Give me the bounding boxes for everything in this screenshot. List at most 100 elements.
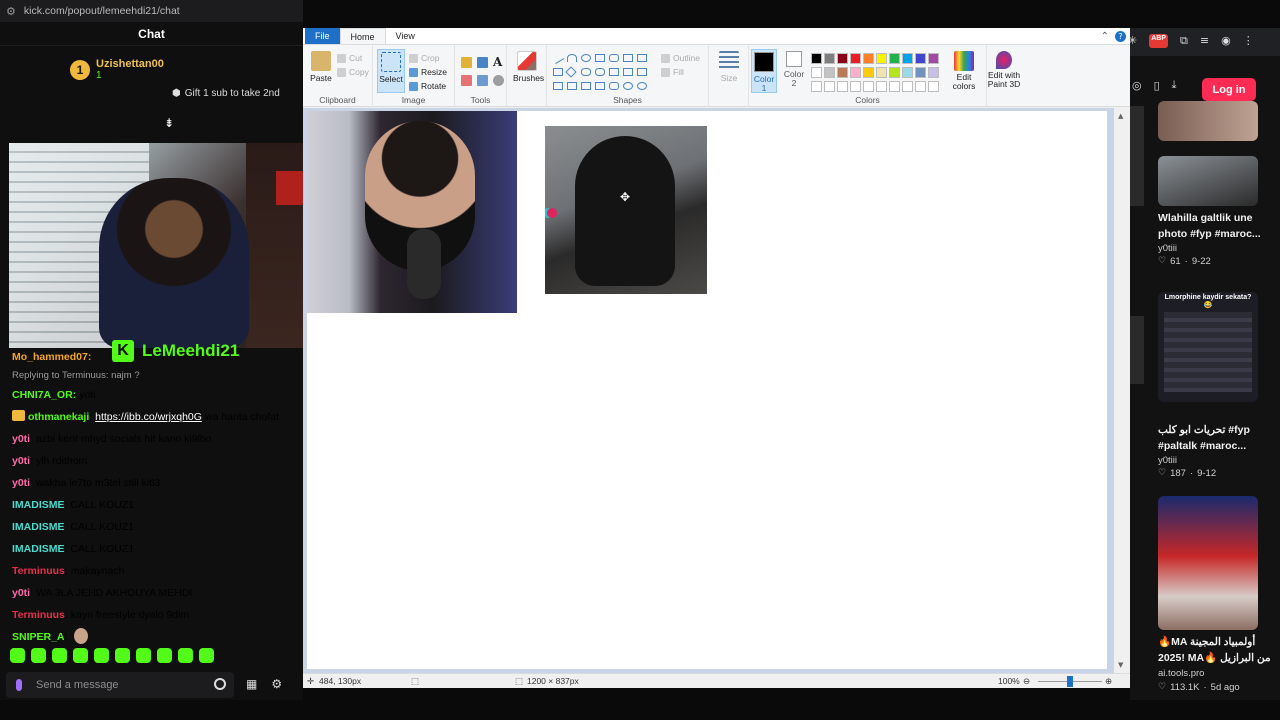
rectangle-shape-icon[interactable] xyxy=(595,54,605,62)
emote-icon[interactable] xyxy=(115,648,130,663)
chat-username[interactable]: othmanekaji xyxy=(28,411,89,423)
size-button[interactable]: Size xyxy=(715,51,743,83)
tab-file[interactable]: File xyxy=(305,28,340,44)
browser-address-bar[interactable]: ⚙ kick.com/popout/lemeehdi21/chat xyxy=(0,0,303,22)
left-arrow-shape-icon[interactable] xyxy=(623,68,633,76)
emote-icon[interactable] xyxy=(157,648,172,663)
chat-username[interactable]: y0ti xyxy=(12,587,30,599)
eraser-icon[interactable] xyxy=(461,75,472,86)
fill-dropdown[interactable]: Fill xyxy=(661,67,684,77)
paste-button[interactable]: Paste xyxy=(309,51,333,83)
scroll-down-icon[interactable]: ▼ xyxy=(1118,661,1123,669)
color-swatch[interactable] xyxy=(811,67,822,78)
edit-with-paint3d-button[interactable]: Edit with Paint 3D xyxy=(987,51,1021,89)
chat-settings-icon[interactable]: ⚙ xyxy=(271,677,282,691)
chat-username[interactable]: Terminuus xyxy=(12,609,65,621)
video-thumb-1[interactable] xyxy=(1158,156,1258,206)
star6-shape-icon[interactable] xyxy=(595,82,605,90)
video-author-2[interactable]: y0tiii xyxy=(1158,455,1177,466)
collapse-pinned-icon[interactable]: ⇟ xyxy=(164,116,174,130)
emote-icon[interactable] xyxy=(136,648,151,663)
video-thumb-2[interactable]: Lmorphine kaydir sekata? 😂 xyxy=(1158,292,1258,402)
custom-color-swatch[interactable] xyxy=(876,81,887,92)
star4-shape-icon[interactable] xyxy=(567,82,577,90)
video-thumb-3[interactable] xyxy=(1158,496,1258,630)
color-picker-icon[interactable] xyxy=(477,75,488,86)
video-thumb-top[interactable] xyxy=(1158,101,1258,141)
chat-username[interactable]: IMADISME xyxy=(12,521,65,533)
custom-color-swatch[interactable] xyxy=(850,81,861,92)
chat-username[interactable]: SNIPER_A xyxy=(12,631,65,643)
outline-dropdown[interactable]: Outline xyxy=(661,53,700,63)
chat-message[interactable]: othmanekaji: https://ibb.co/wrjxqh0G wa … xyxy=(12,406,297,428)
custom-color-swatch[interactable] xyxy=(824,81,835,92)
chat-message[interactable]: Terminuus: kayn freestyle dyalo 9dim xyxy=(12,604,297,626)
chat-message[interactable]: y0ti: WA 3LA JEHD AKHOUYA MEHDI xyxy=(12,582,297,604)
emote-icon[interactable] xyxy=(73,648,88,663)
color-swatch[interactable] xyxy=(876,53,887,64)
rounded-rect-shape-icon[interactable] xyxy=(609,54,619,62)
pasted-photo-headphones[interactable]: ✥ xyxy=(545,126,707,294)
polygon-shape-icon[interactable] xyxy=(623,54,633,62)
callout-cloud-shape-icon[interactable] xyxy=(637,82,647,90)
chat-username[interactable]: Terminuus xyxy=(12,565,65,577)
chat-message-input[interactable]: Send a message xyxy=(6,672,234,698)
color-swatch[interactable] xyxy=(928,53,939,64)
color1-button[interactable]: Color 1 xyxy=(751,49,777,93)
color-swatch[interactable] xyxy=(902,53,913,64)
playlist-icon[interactable]: ≡ xyxy=(1200,34,1209,48)
color-swatch[interactable] xyxy=(915,53,926,64)
down-arrow-shape-icon[interactable] xyxy=(553,82,563,90)
color-swatch[interactable] xyxy=(850,53,861,64)
rotate-button[interactable]: Rotate xyxy=(409,81,446,91)
right-triangle-shape-icon[interactable] xyxy=(553,68,563,76)
chat-message[interactable]: IMADISME: CALL KOUZ1 xyxy=(12,538,297,560)
emote-icon[interactable] xyxy=(10,648,25,663)
color-swatch[interactable] xyxy=(824,53,835,64)
emote-icon[interactable] xyxy=(94,648,109,663)
custom-color-swatch[interactable] xyxy=(915,81,926,92)
right-arrow-shape-icon[interactable] xyxy=(609,68,619,76)
chat-message[interactable]: y0ti: wakha le7to m3tel still kitl3 xyxy=(12,472,297,494)
device-icon[interactable]: ▯ xyxy=(1154,79,1160,92)
download-icon[interactable]: ⤓ xyxy=(1172,78,1177,92)
curve-shape-icon[interactable] xyxy=(567,54,577,62)
cut-button[interactable]: Cut xyxy=(337,53,362,63)
chat-message[interactable]: CHNI7A_OR: yoti xyxy=(12,384,297,406)
video-author-3[interactable]: ai.tools.pro xyxy=(1158,668,1204,679)
callout-rect-shape-icon[interactable] xyxy=(609,82,619,90)
color-swatch[interactable] xyxy=(811,53,822,64)
pencil-icon[interactable] xyxy=(461,57,472,68)
chat-message[interactable]: Mo_hammed07: xyxy=(12,346,297,368)
custom-color-swatch[interactable] xyxy=(889,81,900,92)
chat-store-icon[interactable]: ▦ xyxy=(246,677,257,691)
video-author-1[interactable]: y0tiii xyxy=(1158,243,1177,254)
menu-icon[interactable]: ⋮ xyxy=(1243,34,1254,48)
color-swatch[interactable] xyxy=(850,67,861,78)
minimize-ribbon-icon[interactable]: ⌃ xyxy=(1101,31,1109,42)
adblock-icon[interactable]: ABP xyxy=(1149,34,1168,48)
brushes-button[interactable]: Brushes xyxy=(513,51,544,83)
fill-bucket-icon[interactable] xyxy=(477,57,488,68)
color-swatch[interactable] xyxy=(863,53,874,64)
help-icon[interactable]: ? xyxy=(1115,31,1126,42)
chat-username[interactable]: IMADISME xyxy=(12,499,65,511)
extension-icon[interactable]: ✳ xyxy=(1128,34,1137,48)
hexagon-shape-icon[interactable] xyxy=(595,68,605,76)
pentagon-shape-icon[interactable] xyxy=(581,68,591,76)
color-swatch[interactable] xyxy=(889,67,900,78)
puzzle-icon[interactable]: ⧉ xyxy=(1180,34,1188,48)
emoji-picker-icon[interactable] xyxy=(214,678,226,690)
text-tool-icon[interactable]: A xyxy=(493,55,504,69)
diamond-shape-icon[interactable] xyxy=(565,66,577,78)
color-swatch[interactable] xyxy=(902,67,913,78)
edit-colors-button[interactable]: Edit colors xyxy=(949,51,979,91)
chat-message[interactable]: y0ti: azbi kent mhyd socials hit kano ki… xyxy=(12,428,297,450)
color-swatch[interactable] xyxy=(837,53,848,64)
resize-button[interactable]: Resize xyxy=(409,67,447,77)
vertical-scrollbar[interactable]: ▲ ▼ xyxy=(1114,108,1130,673)
color2-button[interactable]: Color 2 xyxy=(781,51,807,88)
paint-canvas[interactable]: ✥ xyxy=(307,111,1107,669)
top-gifter[interactable]: 1 Uzishettan00 1 xyxy=(70,58,164,81)
chat-username[interactable]: y0ti xyxy=(12,477,30,489)
